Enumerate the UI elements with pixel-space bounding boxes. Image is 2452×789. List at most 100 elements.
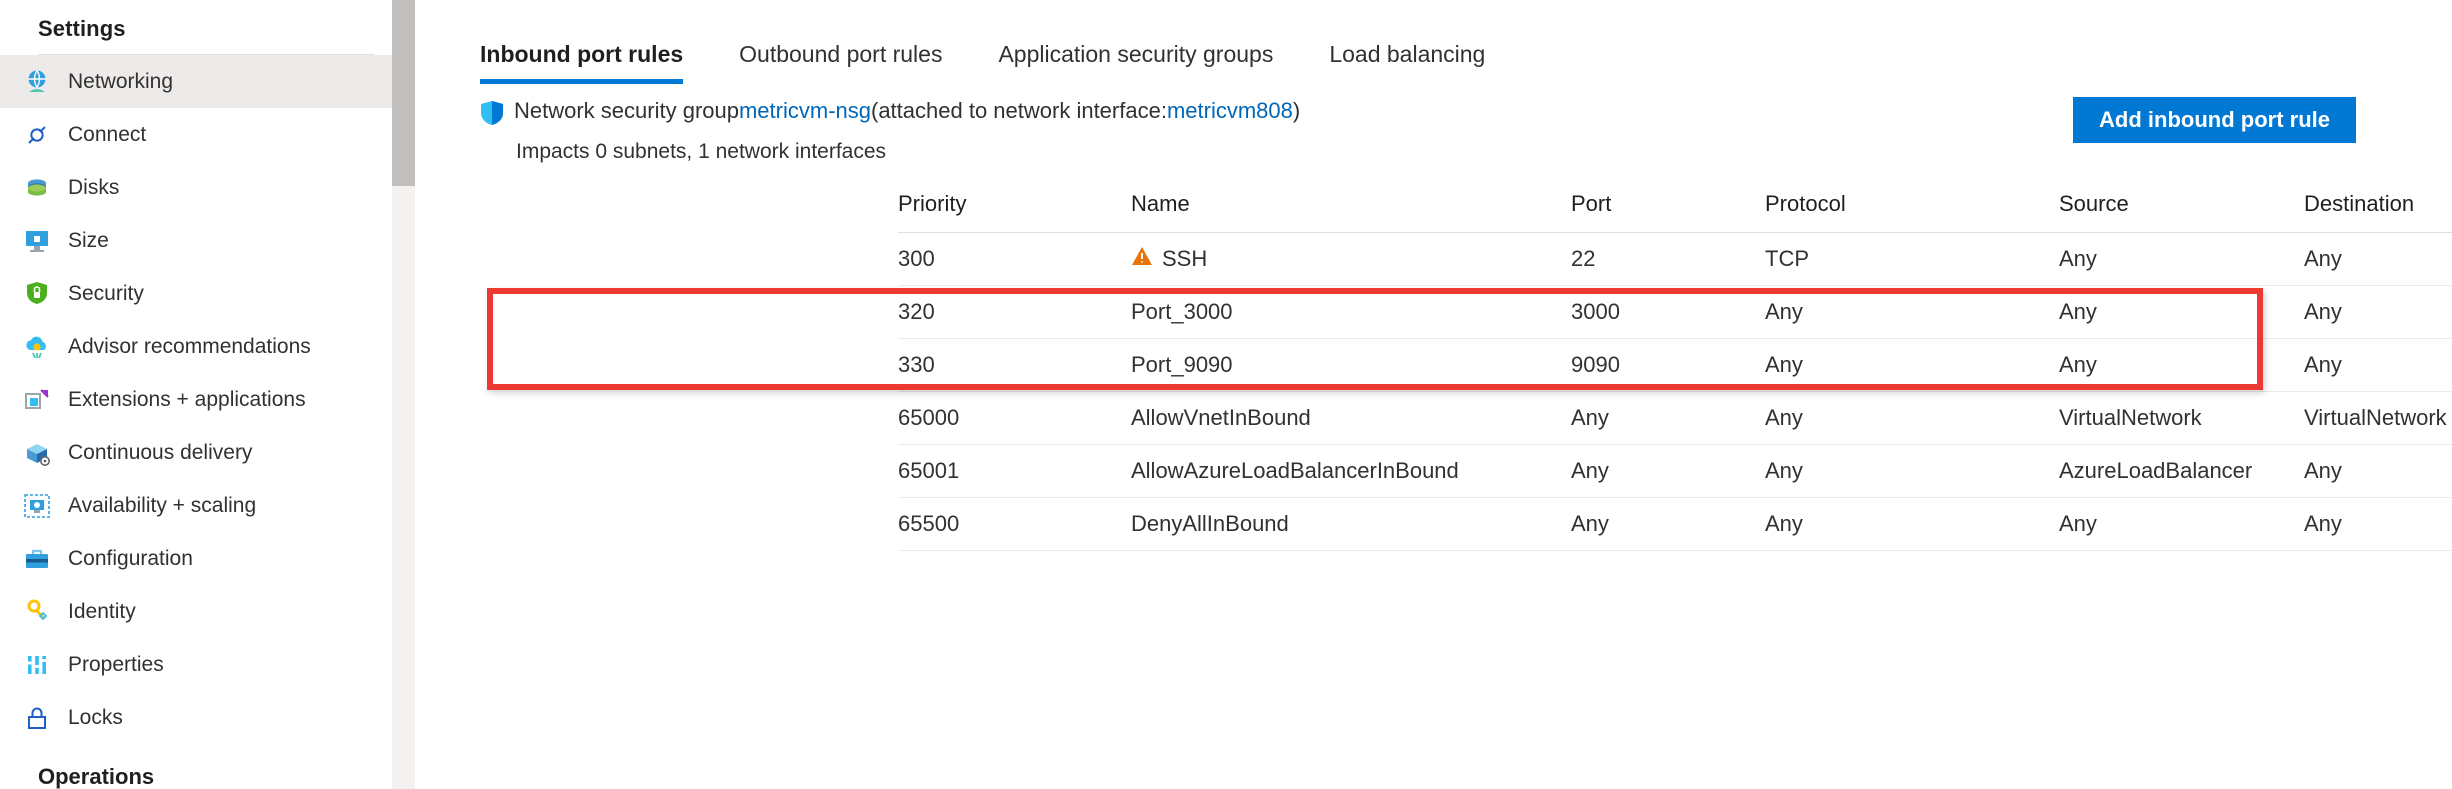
sidebar-item-label: Locks <box>68 705 123 729</box>
sidebar-title: Settings <box>38 16 126 41</box>
table-row[interactable]: 330Port_90909090AnyAnyAnyAllow••• <box>898 339 2452 392</box>
cell-source: VirtualNetwork <box>2059 405 2304 431</box>
cell-destination-text: Any <box>2304 511 2342 536</box>
table-row[interactable]: 320Port_30003000AnyAnyAnyAllow••• <box>898 286 2452 339</box>
network-interface-link[interactable]: metricvm808 <box>1167 98 1293 124</box>
cell-protocol: Any <box>1765 299 2059 325</box>
sidebar-item-continuous-delivery[interactable]: Continuous delivery <box>0 426 392 479</box>
sidebar-item-label: Security <box>68 281 144 305</box>
cell-name-text: Port_3000 <box>1131 299 1233 324</box>
cell-protocol-text: TCP <box>1765 246 1809 271</box>
nsg-middle-text: (attached to network interface: <box>871 98 1167 123</box>
cell-source-text: AzureLoadBalancer <box>2059 458 2253 483</box>
cell-destination-text: Any <box>2304 246 2342 271</box>
sidebar-item-security[interactable]: Security <box>0 267 392 320</box>
tab-outbound-port-rules[interactable]: Outbound port rules <box>739 41 942 84</box>
cell-priority-text: 330 <box>898 352 935 377</box>
cell-priority: 330 <box>898 352 1131 378</box>
table-row[interactable]: 300SSH22TCPAnyAnyAllow••• <box>898 233 2452 286</box>
sidebar-item-label: Connect <box>68 122 147 146</box>
locks-padlock-icon <box>20 701 54 735</box>
cell-priority: 300 <box>898 246 1131 272</box>
cell-destination: Any <box>2304 352 2452 378</box>
cell-port: Any <box>1571 405 1765 431</box>
advisor-cloud-icon <box>20 330 54 364</box>
sidebar-item-extensions-applications[interactable]: Extensions + applications <box>0 373 392 426</box>
table-row[interactable]: 65000 AllowVnetInBound Any Any VirtualNetwor… <box>898 392 2452 445</box>
cell-port: 9090 <box>1571 352 1765 378</box>
cell-port-text: 22 <box>1571 246 1596 271</box>
tab-application-security-groups[interactable]: Application security groups <box>998 41 1273 84</box>
cell-priority-text: 300 <box>898 246 935 271</box>
tab-load-balancing[interactable]: Load balancing <box>1329 41 1485 84</box>
continuous-delivery-icon <box>20 436 54 470</box>
main-content: Inbound port rules Outbound port rules App… <box>415 0 2452 789</box>
sidebar-item-label: Availability + scaling <box>68 493 257 517</box>
cell-source-text: Any <box>2059 299 2097 324</box>
cell-priority-text: 65001 <box>898 458 960 483</box>
cell-priority-text: 320 <box>898 299 935 324</box>
cell-protocol: Any <box>1765 405 2059 431</box>
configuration-toolbox-icon <box>20 542 54 576</box>
networking-icon <box>20 65 54 99</box>
sidebar-item-configuration[interactable]: Configuration <box>0 532 392 585</box>
cell-port-text: Any <box>1571 511 1609 536</box>
sidebar-item-label: Properties <box>68 652 164 676</box>
column-header-port[interactable]: Port <box>1571 191 1765 217</box>
cell-destination-text: VirtualNetwork <box>2304 405 2447 430</box>
table-row[interactable]: 65500DenyAllInBoundAnyAnyAnyAnyDeny••• <box>898 498 2452 551</box>
cell-destination: Any <box>2304 458 2452 484</box>
sidebar-section-operations: Operations <box>38 764 155 789</box>
sidebar-item-locks[interactable]: Locks <box>0 691 392 744</box>
cell-destination-text: Any <box>2304 299 2342 324</box>
cell-protocol-text: Any <box>1765 299 1803 324</box>
column-header-destination[interactable]: Destination <box>2304 191 2452 217</box>
cell-protocol: Any <box>1765 352 2059 378</box>
cell-name-text: AllowAzureLoadBalancerInBound <box>1131 458 1459 483</box>
tab-bar: Inbound port rules Outbound port rules App… <box>415 0 2452 84</box>
cell-protocol: TCP <box>1765 246 2059 272</box>
sidebar-item-connect[interactable]: Connect <box>0 108 392 161</box>
sidebar-item-identity[interactable]: Identity <box>0 585 392 638</box>
cell-source-text: Any <box>2059 511 2097 536</box>
sidebar-item-networking[interactable]: Networking <box>0 55 392 108</box>
sidebar-item-properties[interactable]: Properties <box>0 638 392 691</box>
cell-destination: Any <box>2304 299 2452 325</box>
cell-source-text: Any <box>2059 246 2097 271</box>
cell-name-text: Port_9090 <box>1131 352 1233 377</box>
cell-source: Any <box>2059 299 2304 325</box>
cell-destination: Any <box>2304 511 2452 537</box>
cell-port: 22 <box>1571 246 1765 272</box>
sidebar-scrollbar-thumb[interactable] <box>392 0 415 186</box>
sidebar-item-advisor-recommendations[interactable]: Advisor recommendations <box>0 320 392 373</box>
column-header-priority[interactable]: Priority <box>898 191 1131 217</box>
nsg-prefix-text: Network security group <box>514 98 739 123</box>
nsg-summary: Network security group metricvm-nsg (att… <box>415 84 2452 163</box>
warning-icon <box>1131 246 1153 272</box>
nsg-name-link[interactable]: metricvm-nsg <box>739 98 871 124</box>
cell-priority: 65500 <box>898 511 1131 537</box>
cell-protocol-text: Any <box>1765 352 1803 377</box>
sidebar-item-size[interactable]: Size <box>0 214 392 267</box>
cell-priority-text: 65500 <box>898 511 960 536</box>
column-header-name[interactable]: Name <box>1131 191 1571 217</box>
tab-inbound-port-rules[interactable]: Inbound port rules <box>480 41 684 84</box>
settings-sidebar: Settings Networking Connect Disks Size Secur… <box>0 0 392 789</box>
add-inbound-port-rule-button[interactable]: Add inbound port rule <box>2073 97 2356 143</box>
sidebar-item-disks[interactable]: Disks <box>0 161 392 214</box>
sidebar-item-label: Advisor recommendations <box>68 334 311 358</box>
availability-scaling-icon <box>20 489 54 523</box>
cell-priority: 320 <box>898 299 1131 325</box>
table-row[interactable]: 65001 AllowAzureLoadBalancerInBound Any Any… <box>898 445 2452 498</box>
cell-protocol-text: Any <box>1765 458 1803 483</box>
cell-name: AllowVnetInBound <box>1131 405 1571 431</box>
column-header-source[interactable]: Source <box>2059 191 2304 217</box>
column-header-protocol[interactable]: Protocol <box>1765 191 2059 217</box>
cell-protocol-text: Any <box>1765 405 1803 430</box>
sidebar-item-availability-scaling[interactable]: Availability + scaling <box>0 479 392 532</box>
nsg-impacts-text: Impacts 0 subnets, 1 network interfaces <box>516 140 887 163</box>
sidebar-item-label: Configuration <box>68 546 193 570</box>
cell-destination: VirtualNetwork <box>2304 405 2452 431</box>
cell-protocol: Any <box>1765 511 2059 537</box>
inbound-port-rules-table: Priority Name Port Protocol Source Destinatio… <box>898 175 2452 551</box>
